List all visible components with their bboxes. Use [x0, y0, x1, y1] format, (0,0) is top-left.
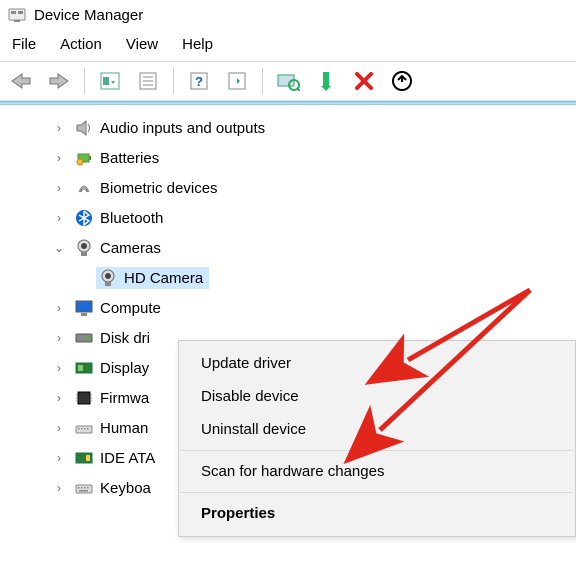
tree-node-label: Human — [100, 420, 148, 437]
tree-node-label: Biometric devices — [100, 180, 218, 197]
toolbar-separator — [262, 68, 263, 94]
forward-button[interactable] — [44, 66, 74, 96]
window-title: Device Manager — [34, 7, 143, 24]
disk-icon — [74, 328, 94, 348]
window-titlebar: Device Manager — [0, 0, 576, 30]
tree-node-computer[interactable]: › Compute — [0, 293, 576, 323]
tree-node-label: Keyboa — [100, 480, 151, 497]
chevron-right-icon: › — [52, 421, 66, 435]
context-menu-uninstall-device[interactable]: Uninstall device — [179, 413, 575, 446]
tree-node-hd-camera[interactable]: HD Camera — [0, 263, 576, 293]
properties-button[interactable] — [133, 66, 163, 96]
camera-icon — [74, 238, 94, 258]
tree-node-label: Audio inputs and outputs — [100, 120, 265, 137]
tree-node-label: Compute — [100, 300, 161, 317]
help-button[interactable]: ? — [184, 66, 214, 96]
update-driver-button[interactable] — [273, 66, 303, 96]
chevron-right-icon: › — [52, 481, 66, 495]
context-menu-properties[interactable]: Properties — [179, 497, 575, 530]
chevron-right-icon: › — [52, 151, 66, 165]
tree-node-label: HD Camera — [124, 270, 203, 287]
chevron-right-icon: › — [52, 211, 66, 225]
context-menu-update-driver[interactable]: Update driver — [179, 347, 575, 380]
tree-node-label: Disk dri — [100, 330, 150, 347]
enable-device-button[interactable] — [311, 66, 341, 96]
device-manager-icon — [8, 6, 26, 24]
chevron-right-icon: › — [52, 451, 66, 465]
tree-node-label: Firmwa — [100, 390, 149, 407]
menu-action[interactable]: Action — [60, 36, 102, 53]
uninstall-device-button[interactable] — [349, 66, 379, 96]
chevron-right-icon: › — [52, 181, 66, 195]
menu-view[interactable]: View — [126, 36, 158, 53]
monitor-icon — [74, 298, 94, 318]
controller-icon — [74, 448, 94, 468]
tree-node-cameras[interactable]: ⌄ Cameras — [0, 233, 576, 263]
context-menu-disable-device[interactable]: Disable device — [179, 380, 575, 413]
chip-icon — [74, 388, 94, 408]
tree-node-label: Display — [100, 360, 149, 377]
fingerprint-icon — [74, 178, 94, 198]
menubar: File Action View Help — [0, 30, 576, 61]
disable-device-button[interactable] — [387, 66, 417, 96]
hid-icon — [74, 418, 94, 438]
tree-node-label: Cameras — [100, 240, 161, 257]
svg-text:?: ? — [195, 74, 203, 89]
camera-icon — [98, 268, 118, 288]
menu-file[interactable]: File — [12, 36, 36, 53]
context-menu-scan-hardware[interactable]: Scan for hardware changes — [179, 455, 575, 488]
tree-node-batteries[interactable]: › Batteries — [0, 143, 576, 173]
chevron-right-icon: › — [52, 121, 66, 135]
chevron-right-icon: › — [52, 391, 66, 405]
keyboard-icon — [74, 478, 94, 498]
context-menu-divider — [181, 492, 573, 493]
toolbar: ? — [0, 61, 576, 101]
tree-node-label: IDE ATA — [100, 450, 155, 467]
chevron-right-icon: › — [52, 331, 66, 345]
context-menu: Update driver Disable device Uninstall d… — [178, 340, 576, 537]
tree-node-label: Bluetooth — [100, 210, 163, 227]
context-menu-divider — [181, 450, 573, 451]
menu-help[interactable]: Help — [182, 36, 213, 53]
toolbar-separator — [173, 68, 174, 94]
tree-node-label: Batteries — [100, 150, 159, 167]
chevron-down-icon: ⌄ — [52, 241, 66, 255]
scan-hardware-button[interactable] — [222, 66, 252, 96]
tree-node-audio[interactable]: › Audio inputs and outputs — [0, 113, 576, 143]
chevron-right-icon: › — [52, 301, 66, 315]
chevron-right-icon: › — [52, 361, 66, 375]
bluetooth-icon — [74, 208, 94, 228]
speaker-icon — [74, 118, 94, 138]
back-button[interactable] — [6, 66, 36, 96]
toolbar-separator — [84, 68, 85, 94]
tree-node-biometric[interactable]: › Biometric devices — [0, 173, 576, 203]
show-hide-console-tree-button[interactable] — [95, 66, 125, 96]
display-adapter-icon — [74, 358, 94, 378]
tree-node-bluetooth[interactable]: › Bluetooth — [0, 203, 576, 233]
battery-icon — [74, 148, 94, 168]
